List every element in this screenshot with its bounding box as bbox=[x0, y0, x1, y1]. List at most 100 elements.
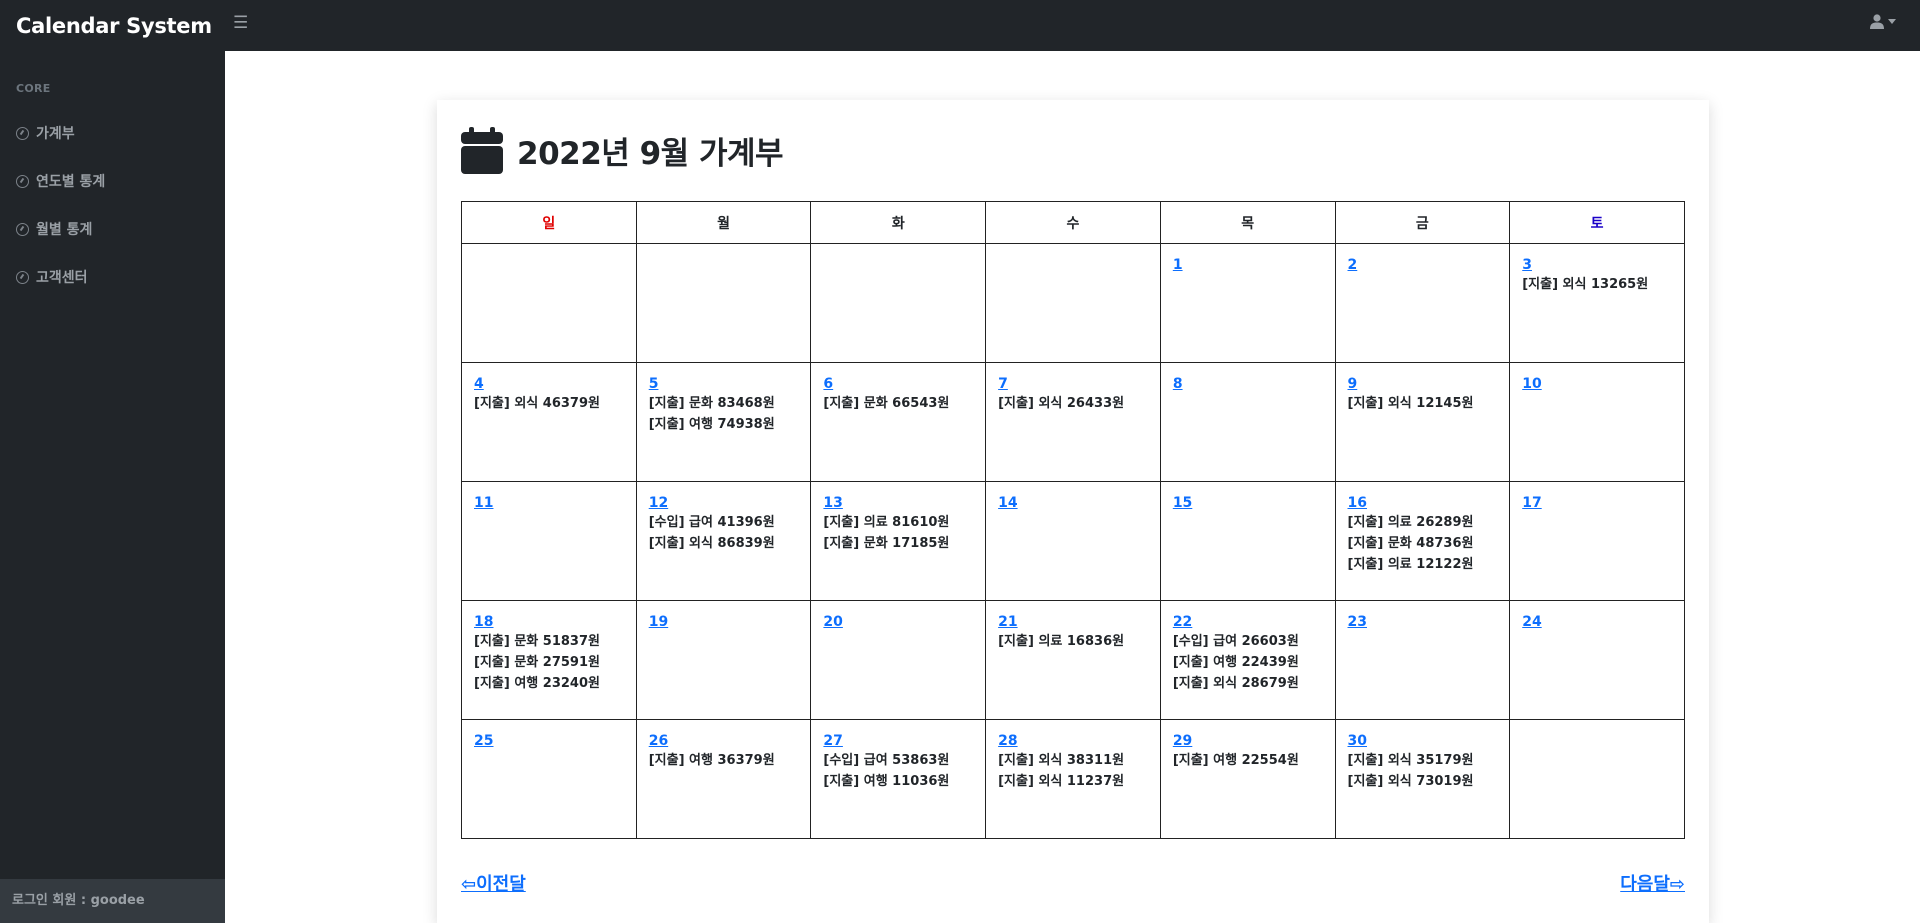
ledger-entry: [지출] 여행 11036원 bbox=[823, 774, 950, 789]
week-row: 25 26 [지출] 여행 36379원 27 [수입] 급여 53863원 [지출] 여… bbox=[461, 719, 1685, 839]
day-cell bbox=[810, 243, 987, 363]
day-number-link[interactable]: 3 bbox=[1522, 256, 1672, 274]
weekday-header: 월 bbox=[635, 201, 812, 244]
day-number-link[interactable]: 22 bbox=[1173, 613, 1323, 631]
day-number-link[interactable]: 11 bbox=[474, 494, 624, 512]
ledger-entry: [지출] 문화 66543원 bbox=[823, 396, 950, 411]
day-number-link[interactable]: 23 bbox=[1348, 613, 1498, 631]
ledger-entry: [지출] 의료 16836원 bbox=[998, 634, 1125, 649]
day-cell: 28 [지출] 외식 38311원 [지출] 외식 11237원 bbox=[985, 719, 1161, 839]
day-number-link[interactable]: 7 bbox=[998, 375, 1148, 393]
weekday-header: 토 bbox=[1509, 201, 1685, 244]
day-number-link[interactable]: 17 bbox=[1522, 494, 1672, 512]
day-cell: 24 bbox=[1509, 600, 1685, 720]
ledger-entry: [지출] 외식 38311원 bbox=[998, 753, 1125, 768]
ledger-entry: [지출] 문화 51837원 bbox=[474, 634, 600, 649]
day-number-link[interactable]: 13 bbox=[823, 494, 973, 512]
day-cell: 29 [지출] 여행 22554원 bbox=[1159, 719, 1336, 839]
ledger-entry: [지출] 외식 11237원 bbox=[998, 774, 1125, 789]
day-number-link[interactable]: 15 bbox=[1173, 494, 1323, 512]
ledger-entry: [지출] 여행 36379원 bbox=[648, 753, 775, 768]
day-number-link[interactable]: 4 bbox=[474, 375, 624, 393]
sidebar-item-yearly-stats[interactable]: 연도별 통계 bbox=[16, 171, 105, 191]
sidebar-item-label: 고객센터 bbox=[36, 270, 88, 286]
ledger-entry: [지출] 여행 74938원 bbox=[648, 417, 775, 432]
page-heading: 2022년 9월 가계부 bbox=[461, 127, 784, 174]
sidebar-item-ledger[interactable]: 가계부 bbox=[16, 123, 75, 143]
dashboard-icon bbox=[16, 270, 29, 284]
day-number-link[interactable]: 27 bbox=[823, 732, 973, 750]
sidebar-item-monthly-stats[interactable]: 월별 통계 bbox=[16, 219, 92, 239]
caret-down-icon bbox=[1888, 19, 1896, 24]
ledger-entry: [지출] 문화 83468원 bbox=[648, 396, 775, 411]
prev-month-link[interactable]: ⇦이전달 bbox=[461, 870, 526, 896]
day-cell: 20 bbox=[810, 600, 987, 720]
day-number-link[interactable]: 20 bbox=[823, 613, 973, 631]
day-cell: 6 [지출] 문화 66543원 bbox=[810, 362, 987, 482]
day-number-link[interactable]: 2 bbox=[1348, 256, 1498, 274]
day-number-link[interactable]: 30 bbox=[1348, 732, 1498, 750]
calendar-icon bbox=[461, 127, 503, 174]
week-row: 1 2 3 [지출] 외식 13265원 bbox=[461, 243, 1685, 363]
day-cell: 17 bbox=[1509, 481, 1685, 601]
ledger-entry: [지출] 의료 81610원 bbox=[823, 515, 950, 530]
day-cell: 15 bbox=[1159, 481, 1336, 601]
ledger-entry: [지출] 외식 28679원 bbox=[1172, 676, 1299, 691]
day-cell bbox=[1509, 719, 1685, 839]
ledger-entry: [지출] 의료 26289원 bbox=[1347, 515, 1474, 530]
day-number-link[interactable]: 24 bbox=[1522, 613, 1672, 631]
day-number-link[interactable]: 6 bbox=[823, 375, 973, 393]
brand-logo[interactable]: Calendar System bbox=[16, 0, 212, 51]
day-number-link[interactable]: 25 bbox=[474, 732, 624, 750]
day-cell bbox=[985, 243, 1161, 363]
next-month-link[interactable]: 다음달⇨ bbox=[1620, 870, 1685, 896]
day-number-link[interactable]: 12 bbox=[649, 494, 799, 512]
day-cell: 11 bbox=[461, 481, 637, 601]
week-row: 18 [지출] 문화 51837원 [지출] 문화 27591원 [지출] 여행 23… bbox=[461, 600, 1685, 720]
calendar-card: 2022년 9월 가계부 일월화수목금토 1 2 3 [지출] 외식 13265원 4[… bbox=[437, 100, 1709, 923]
day-number-link[interactable]: 19 bbox=[649, 613, 799, 631]
dashboard-icon bbox=[16, 126, 29, 140]
day-number-link[interactable]: 29 bbox=[1173, 732, 1323, 750]
day-number-link[interactable]: 8 bbox=[1173, 375, 1323, 393]
day-cell: 7 [지출] 외식 26433원 bbox=[985, 362, 1161, 482]
weekday-header: 수 bbox=[985, 201, 1161, 244]
ledger-entry: [지출] 외식 46379원 bbox=[474, 396, 600, 411]
ledger-entry: [지출] 문화 27591원 bbox=[474, 655, 600, 670]
day-number-link[interactable]: 28 bbox=[998, 732, 1148, 750]
page-title: 2022년 9월 가계부 bbox=[517, 136, 784, 172]
day-number-link[interactable]: 18 bbox=[474, 613, 624, 631]
week-row: 11 12 [수입] 급여 41396원 [지출] 외식 86839원 13 [지출] 의… bbox=[461, 481, 1685, 601]
user-menu-button[interactable] bbox=[1870, 14, 1896, 29]
day-cell: 18 [지출] 문화 51837원 [지출] 문화 27591원 [지출] 여행 23… bbox=[461, 600, 637, 720]
day-cell: 25 bbox=[461, 719, 637, 839]
day-cell bbox=[461, 243, 637, 363]
ledger-entry: [지출] 문화 17185원 bbox=[823, 536, 950, 551]
user-icon bbox=[1870, 14, 1884, 29]
day-cell: 9 [지출] 외식 12145원 bbox=[1334, 362, 1511, 482]
ledger-entry: [수입] 급여 53863원 bbox=[823, 753, 950, 768]
week-row: 4 [지출] 외식 46379원 5 [지출] 문화 83468원 [지출] 여행 74… bbox=[461, 362, 1685, 482]
ledger-entry: [지출] 외식 73019원 bbox=[1347, 774, 1474, 789]
sidebar-item-label: 가계부 bbox=[36, 126, 75, 142]
ledger-entry: [지출] 외식 13265원 bbox=[1522, 277, 1649, 292]
day-number-link[interactable]: 14 bbox=[998, 494, 1148, 512]
day-cell bbox=[635, 243, 812, 363]
day-number-link[interactable]: 5 bbox=[649, 375, 799, 393]
weekday-header: 일 bbox=[461, 201, 637, 244]
day-number-link[interactable]: 26 bbox=[649, 732, 799, 750]
weekday-header: 목 bbox=[1159, 201, 1336, 244]
day-cell: 12 [수입] 급여 41396원 [지출] 외식 86839원 bbox=[635, 481, 812, 601]
ledger-entry: [지출] 외식 26433원 bbox=[998, 396, 1125, 411]
day-cell: 26 [지출] 여행 36379원 bbox=[635, 719, 812, 839]
day-number-link[interactable]: 9 bbox=[1348, 375, 1498, 393]
sidebar-item-customer-center[interactable]: 고객센터 bbox=[16, 267, 88, 287]
day-number-link[interactable]: 10 bbox=[1522, 375, 1672, 393]
day-number-link[interactable]: 16 bbox=[1348, 494, 1498, 512]
ledger-entry: [지출] 의료 12122원 bbox=[1347, 557, 1474, 572]
sidebar-toggle-icon[interactable]: ☰ bbox=[233, 13, 248, 33]
dashboard-icon bbox=[16, 174, 29, 188]
day-number-link[interactable]: 1 bbox=[1173, 256, 1323, 274]
day-cell: 27 [수입] 급여 53863원 [지출] 여행 11036원 bbox=[810, 719, 987, 839]
day-number-link[interactable]: 21 bbox=[998, 613, 1148, 631]
